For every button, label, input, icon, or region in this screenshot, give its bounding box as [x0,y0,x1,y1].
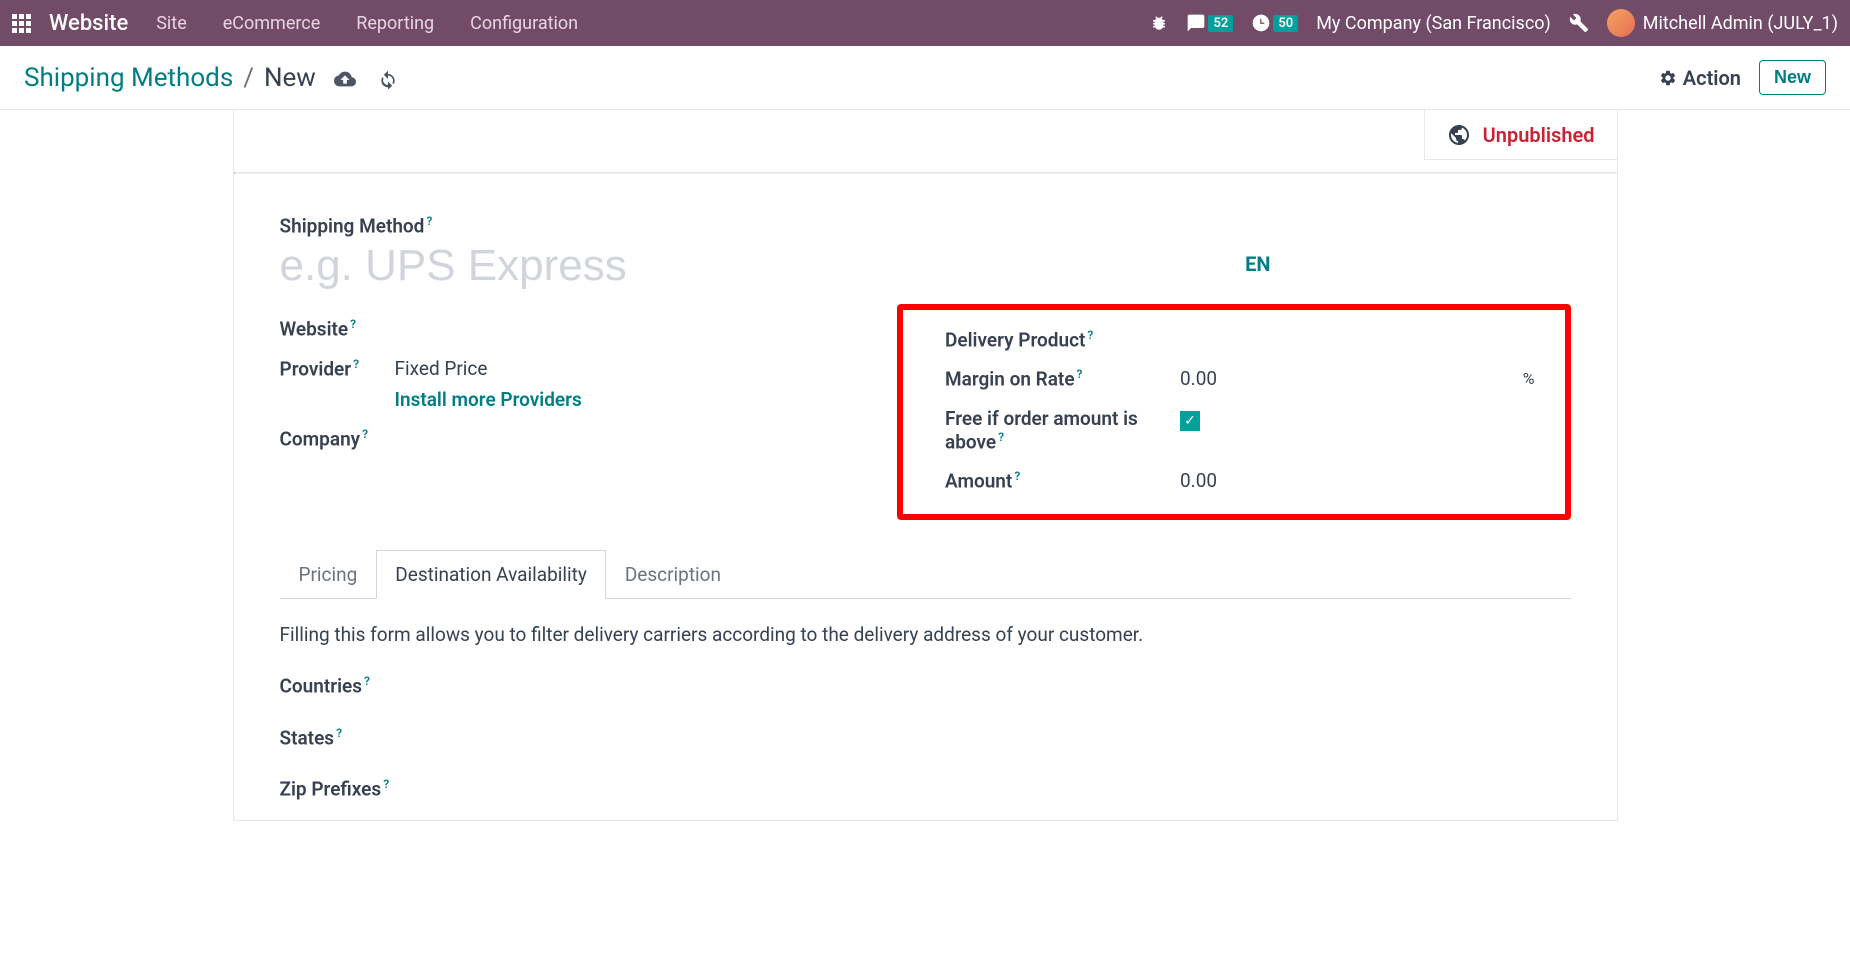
new-button[interactable]: New [1759,60,1826,95]
help-icon[interactable]: ? [364,674,370,688]
messages-icon[interactable]: 52 [1186,13,1233,33]
activities-icon[interactable]: 50 [1251,13,1298,33]
website-label: Website? [280,317,395,340]
unpublished-label: Unpublished [1483,123,1595,147]
user-menu[interactable]: Mitchell Admin (JULY_1) [1607,9,1838,37]
debug-icon[interactable] [1150,14,1168,32]
help-icon[interactable]: ? [1014,469,1020,483]
breadcrumb-root[interactable]: Shipping Methods [24,63,233,93]
countries-label: Countries? [280,674,1571,697]
nav-site[interactable]: Site [156,13,187,34]
margin-value[interactable]: 0.00 [1180,367,1523,390]
delivery-product-label: Delivery Product? [945,328,1180,351]
action-button[interactable]: Action [1659,66,1741,90]
publish-status[interactable]: Unpublished [1424,110,1617,160]
breadcrumb: Shipping Methods / New [24,63,316,93]
company-label: Company? [280,427,395,450]
install-providers-link[interactable]: Install more Providers [395,388,582,411]
shipping-method-input[interactable] [280,241,906,291]
messages-badge: 52 [1208,15,1233,32]
action-label: Action [1683,66,1741,90]
nav-menu: Site eCommerce Reporting Configuration [156,13,578,34]
page-header: Shipping Methods / New Action New [0,46,1850,110]
help-icon[interactable]: ? [362,427,368,441]
free-above-label: Free if order amount is above? [945,407,1180,453]
breadcrumb-separator: / [243,63,254,93]
discard-icon[interactable] [378,65,398,90]
states-label: States? [280,726,1571,749]
help-icon[interactable]: ? [353,357,359,371]
margin-label: Margin on Rate? [945,367,1180,390]
help-icon[interactable]: ? [336,726,342,740]
company-selector[interactable]: My Company (San Francisco) [1316,13,1551,34]
amount-field[interactable]: 0.00 [1180,469,1535,492]
tab-content: Filling this form allows you to filter d… [280,599,1571,800]
destination-help-text: Filling this form allows you to filter d… [280,623,1571,646]
activities-badge: 50 [1273,15,1298,32]
percent-label: % [1523,369,1535,388]
free-above-checkbox[interactable]: ✓ [1180,411,1200,431]
apps-icon[interactable] [12,14,31,33]
tab-pricing[interactable]: Pricing [280,550,377,599]
form-sheet: Unpublished Shipping Method? Website? [233,110,1618,821]
tab-destination[interactable]: Destination Availability [376,550,606,599]
tools-icon[interactable] [1569,13,1589,33]
cloud-upload-icon[interactable] [334,65,356,90]
highlighted-section: Delivery Product? Margin on Rate? 0.00 % [897,304,1571,520]
help-icon[interactable]: ? [383,777,389,791]
language-badge[interactable]: EN [945,252,1571,276]
help-icon[interactable]: ? [1077,367,1083,381]
globe-icon [1447,122,1471,147]
top-navbar: Website Site eCommerce Reporting Configu… [0,0,1850,46]
nav-reporting[interactable]: Reporting [356,13,434,34]
avatar [1607,9,1635,37]
provider-label: Provider? [280,357,395,380]
amount-label: Amount? [945,469,1180,492]
help-icon[interactable]: ? [426,214,432,228]
right-column: EN Delivery Product? Margin on Rate? [945,214,1571,520]
breadcrumb-current: New [264,63,316,93]
shipping-method-label: Shipping Method? [280,214,906,237]
zip-prefixes-label: Zip Prefixes? [280,777,1571,800]
provider-field[interactable]: Fixed Price [395,357,906,380]
nav-configuration[interactable]: Configuration [470,13,578,34]
left-column: Shipping Method? Website? Provider? [280,214,906,520]
brand-name[interactable]: Website [49,11,128,36]
help-icon[interactable]: ? [998,430,1004,444]
tab-description[interactable]: Description [606,550,740,599]
help-icon[interactable]: ? [350,317,356,331]
help-icon[interactable]: ? [1087,328,1093,342]
user-name: Mitchell Admin (JULY_1) [1643,13,1838,34]
nav-ecommerce[interactable]: eCommerce [223,13,321,34]
tabs: Pricing Destination Availability Descrip… [280,550,1571,599]
